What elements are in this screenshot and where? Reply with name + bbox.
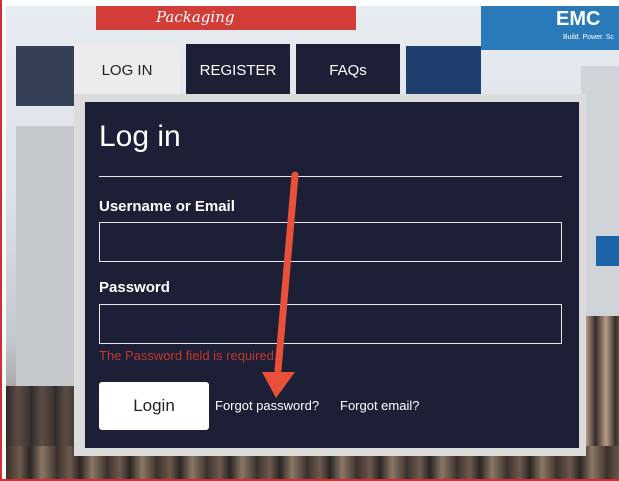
forgot-password-link[interactable]: Forgot password?: [215, 398, 319, 413]
page-title: Log in: [99, 120, 181, 153]
tab-log-in[interactable]: LOG IN: [74, 44, 180, 96]
forgot-email-link[interactable]: Forgot email?: [340, 398, 419, 413]
title-divider: [99, 176, 562, 177]
username-input[interactable]: [99, 222, 562, 262]
login-button[interactable]: Login: [99, 382, 209, 430]
login-panel: Log in Username or Email Password The Pa…: [85, 102, 579, 448]
password-label: Password: [99, 279, 170, 296]
tab-faqs[interactable]: FAQs: [296, 44, 400, 96]
tab-register[interactable]: REGISTER: [186, 44, 290, 96]
password-error-message: The Password field is required.: [99, 348, 278, 363]
username-label: Username or Email: [99, 198, 235, 215]
password-input[interactable]: [99, 304, 562, 344]
